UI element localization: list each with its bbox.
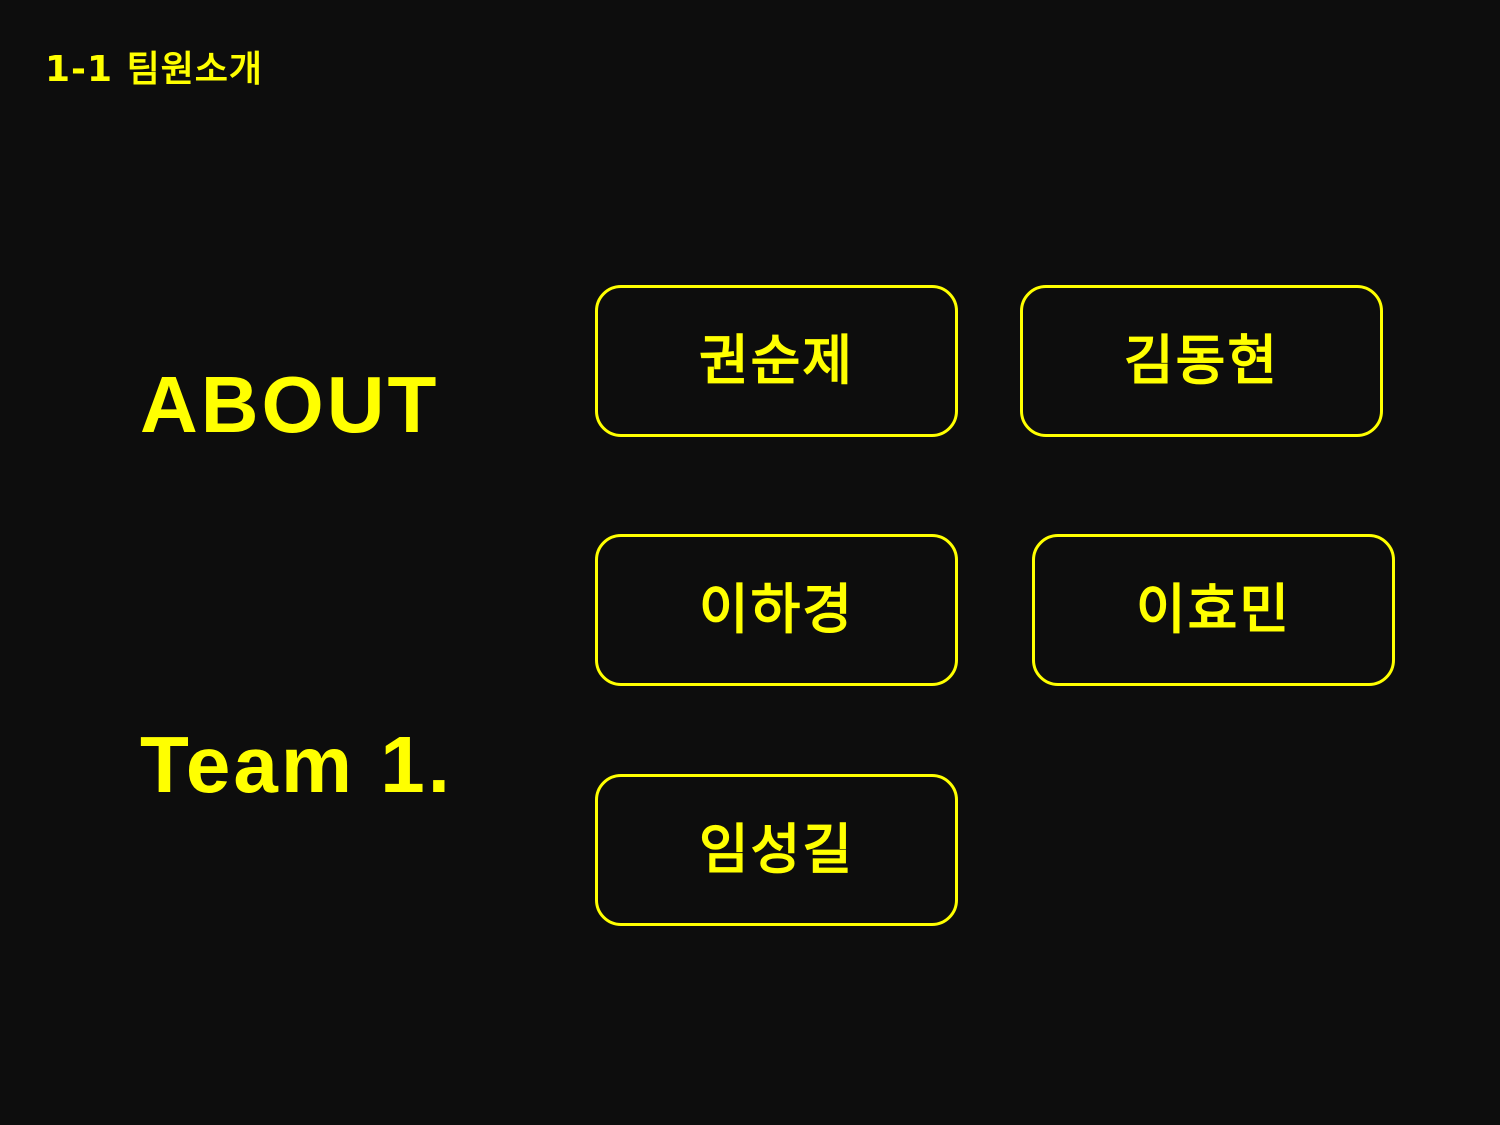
member-card[interactable]: 김동현: [1020, 285, 1383, 437]
section-title: 1-1 팀원소개: [45, 49, 264, 90]
member-name: 김동현: [1123, 329, 1280, 392]
member-name: 임성길: [698, 818, 855, 881]
member-card[interactable]: 임성길: [595, 774, 958, 926]
member-name: 이효민: [1135, 578, 1292, 641]
member-card[interactable]: 이효민: [1032, 534, 1395, 686]
member-card[interactable]: 이하경: [595, 534, 958, 686]
member-name: 이하경: [698, 578, 855, 641]
team-heading: Team 1.: [140, 720, 453, 809]
member-name: 권순제: [698, 329, 855, 392]
member-card[interactable]: 권순제: [595, 285, 958, 437]
about-heading: ABOUT: [140, 360, 440, 449]
